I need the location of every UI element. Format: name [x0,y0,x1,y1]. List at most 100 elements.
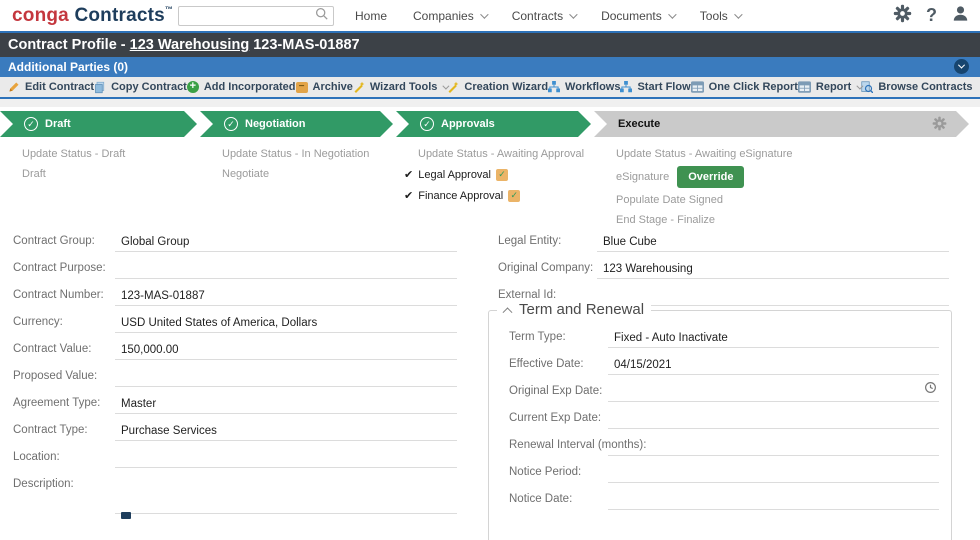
additional-parties-bar[interactable]: Additional Parties (0) [0,57,980,77]
field-value[interactable]: 04/15/2021 [608,359,939,375]
field-label: Contract Group: [13,235,95,247]
field-value[interactable] [115,264,457,279]
term-and-renewal-section: Term and Renewal Term Type: Fixed - Auto… [488,310,952,540]
field-value[interactable]: Fixed - Auto Inactivate [608,332,939,348]
nav-companies[interactable]: Companies [413,9,486,23]
workflows-button[interactable]: Workflows [548,81,620,93]
company-link[interactable]: 123 Warehousing [130,37,250,53]
approval-note-icon[interactable]: ✓ [496,169,508,181]
field-value[interactable] [115,453,457,468]
edit-contract-button[interactable]: Edit Contract [8,81,94,93]
field-label: Currency: [13,316,63,328]
field-value[interactable]: Global Group [115,236,457,252]
field-value[interactable]: Master [115,398,457,414]
app-header: conga Contracts™ Home Companies Contract… [0,0,980,33]
nav-documents[interactable]: Documents [601,9,674,23]
search-input[interactable] [179,10,315,22]
term-section-header[interactable]: Term and Renewal [497,301,651,318]
start-flow-button[interactable]: Start Flow [620,81,690,93]
collapse-section-button[interactable] [954,59,969,74]
conga-logo: conga Contracts™ [12,5,173,27]
chevron-down-icon [958,62,965,69]
field-value[interactable]: 150,000.00 [115,344,457,360]
wizard-tools-button[interactable]: Wizard Tools [353,81,448,93]
plus-circle-icon: + [187,81,199,93]
archive-button[interactable]: − Archive [296,81,353,93]
field-proposed-value: Proposed Value: [0,363,470,390]
approval-note-icon[interactable]: ✓ [508,190,520,202]
add-incorporated-button[interactable]: + Add Incorporated [187,81,296,93]
chevron-down-icon [480,10,488,18]
field-value[interactable] [608,387,939,402]
field-value[interactable] [608,495,939,510]
field-value[interactable]: Blue Cube [597,236,949,252]
field-value[interactable]: 123-MAS-01887 [115,290,457,306]
stage-check-icon: ✓ [224,117,238,131]
field-agreement-type: Agreement Type: Master [0,390,470,417]
history-clock-icon[interactable] [924,381,937,399]
field-current-exp-date: Current Exp Date: [489,405,951,432]
settings-gear-icon[interactable] [893,4,912,28]
field-value[interactable]: 123 Warehousing [597,263,949,279]
global-search[interactable] [178,6,334,26]
collapse-caret-icon[interactable] [503,307,513,317]
stage-negotiation[interactable]: ✓ Negotiation [200,111,393,137]
term-section-title: Term and Renewal [519,301,644,318]
user-profile-icon[interactable] [951,4,970,28]
override-button[interactable]: Override [677,166,744,188]
stage-draft[interactable]: ✓ Draft [0,111,197,137]
stage-approvals[interactable]: ✓ Approvals [396,111,591,137]
field-label: Agreement Type: [13,397,100,409]
approval-item-finance[interactable]: ✔ Finance Approval ✓ [396,185,594,206]
field-value[interactable] [608,414,939,429]
description-editor-icon[interactable] [121,512,131,519]
stage-status-line: Update Status - In Negotiation [200,144,396,164]
field-label: Location: [13,451,60,463]
report-button[interactable]: Report [798,81,861,93]
field-label: Original Exp Date: [509,385,602,397]
field-label: Legal Entity: [498,235,561,247]
contract-stage-tracker: ✓ Draft Update Status - Draft Draft ✓ Ne… [0,111,980,230]
report-icon [798,81,811,93]
field-contract-group: Contract Group: Global Group [0,228,470,255]
nav-contracts[interactable]: Contracts [512,9,575,23]
field-label: Contract Value: [13,343,91,355]
field-notice-period: Notice Period: [489,459,951,486]
field-label: Description: [13,478,74,490]
field-label: Effective Date: [509,358,584,370]
field-label: External Id: [498,289,556,301]
field-label: Original Company: [498,262,593,274]
copy-contract-button[interactable]: Copy Contract [94,81,187,94]
stage-gear-icon[interactable] [932,116,947,134]
approval-item-legal[interactable]: ✔ Legal Approval ✓ [396,164,594,185]
field-contract-value: Contract Value: 150,000.00 [0,336,470,363]
help-icon[interactable]: ? [926,5,937,26]
field-notice-date: Notice Date: [489,486,951,513]
main-nav: Home Companies Contracts Documents Tools [355,0,740,31]
field-renewal-interval: Renewal Interval (months): [489,432,951,459]
one-click-report-button[interactable]: One Click Report [691,81,798,93]
nav-home[interactable]: Home [355,9,387,23]
field-value[interactable] [115,499,457,514]
copy-icon [94,81,106,94]
field-original-exp-date: Original Exp Date: [489,378,951,405]
stage-execute[interactable]: Execute [594,111,969,137]
field-label: Contract Number: [13,289,104,301]
field-value[interactable] [608,441,939,456]
chevron-down-icon [668,10,676,18]
field-value[interactable] [608,468,939,483]
browse-contracts-button[interactable]: Browse Contracts [861,81,972,93]
chevron-down-icon [569,10,577,18]
additional-parties-label: Additional Parties (0) [8,60,128,74]
esignature-label: eSignature [616,171,669,183]
creation-wizard-button[interactable]: Creation Wizard [447,81,548,93]
field-value[interactable] [115,372,457,387]
stage-status-line: Draft [0,164,200,184]
field-label: Term Type: [509,331,566,343]
stage-check-icon: ✓ [24,117,38,131]
stage-label: Execute [618,118,660,130]
field-value[interactable]: Purchase Services [115,425,457,441]
nav-tools[interactable]: Tools [700,9,740,23]
field-contract-purpose: Contract Purpose: [0,255,470,282]
field-value[interactable]: USD United States of America, Dollars [115,317,457,333]
